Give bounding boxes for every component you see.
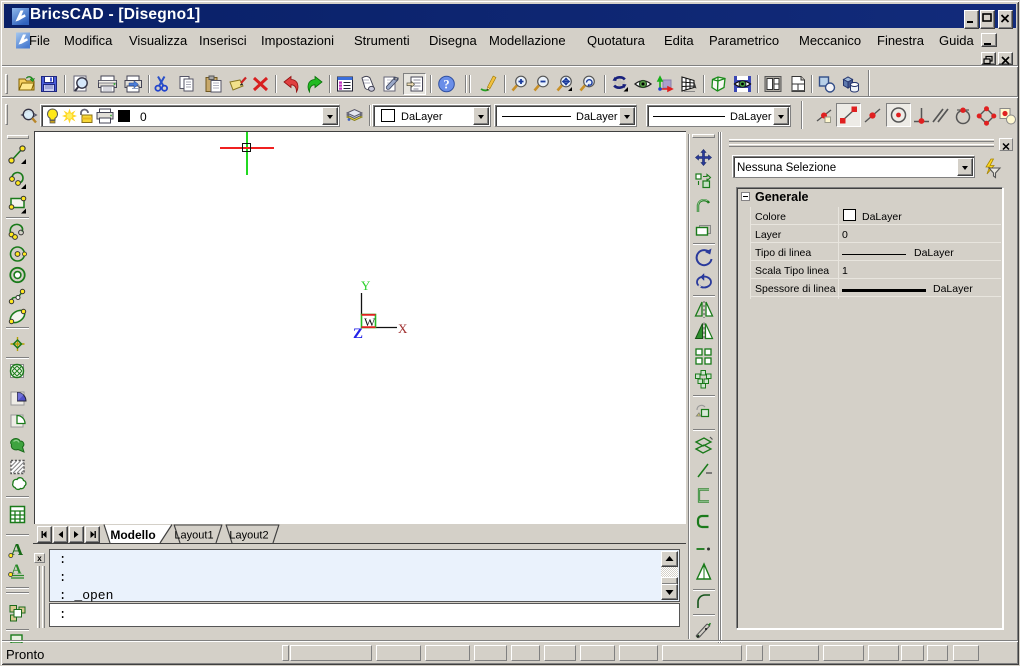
svg-text:Layout1: Layout1 <box>174 530 213 542</box>
svg-text:?: ? <box>443 77 449 91</box>
svg-text:X: X <box>398 321 408 336</box>
svg-text:Z: Z <box>353 326 363 338</box>
svg-text:Y: Y <box>361 278 371 293</box>
svg-text:W: W <box>364 315 376 329</box>
svg-text:Layout2: Layout2 <box>229 530 268 542</box>
svg-text:Modello: Modello <box>110 528 155 542</box>
